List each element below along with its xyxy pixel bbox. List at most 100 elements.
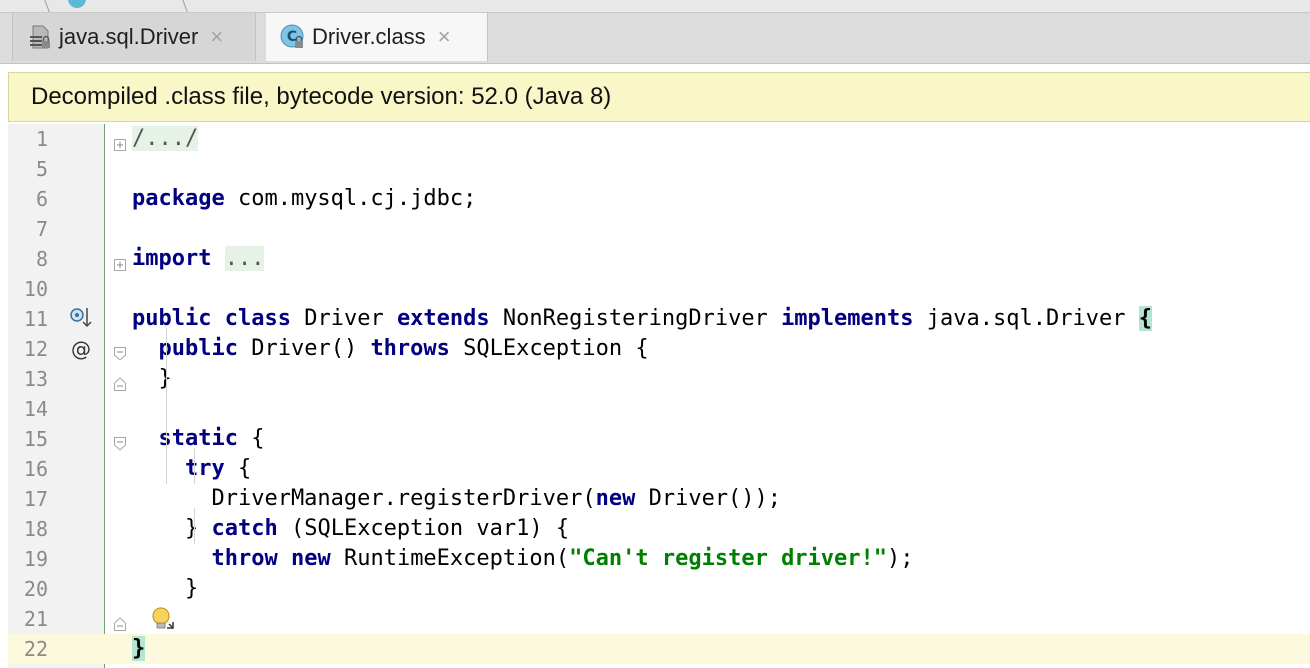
code-token: { bbox=[224, 456, 252, 481]
code-token: Driver()); bbox=[635, 486, 782, 511]
breadcrumb-separator bbox=[39, 0, 50, 12]
code-token: RuntimeException( bbox=[330, 546, 570, 571]
intention-bulb-icon[interactable] bbox=[150, 606, 176, 634]
keyword-token: throws bbox=[370, 336, 450, 361]
code-line[interactable]: 17 DriverManager.registerDriver(new Driv… bbox=[8, 484, 1310, 514]
collapse-fold-icon[interactable] bbox=[114, 432, 126, 451]
code-editor[interactable]: 1 /.../ 5 6 package com.mysql.cj.jdbc; 7 8 impo… bbox=[8, 124, 1310, 668]
code-line[interactable]: 6 package com.mysql.cj.jdbc; bbox=[8, 184, 1310, 214]
code-text[interactable]: throw new RuntimeException("Can't regist… bbox=[132, 544, 913, 574]
override-annotation-icon[interactable]: @ bbox=[68, 334, 94, 364]
keyword-token: import bbox=[132, 246, 212, 271]
close-icon[interactable]: × bbox=[438, 24, 451, 50]
fold-end-icon[interactable] bbox=[114, 372, 126, 391]
code-text[interactable]: public Driver() throws SQLException { bbox=[132, 334, 649, 364]
decompiled-notice-banner: Decompiled .class file, bytecode version… bbox=[8, 72, 1310, 122]
line-number[interactable]: 1 bbox=[8, 124, 48, 154]
implemented-by-icon[interactable] bbox=[68, 304, 94, 334]
window-top-strip bbox=[0, 0, 1310, 13]
keyword-token: new bbox=[595, 486, 636, 511]
code-line[interactable]: 8 import ... bbox=[8, 244, 1310, 274]
indent-guide bbox=[166, 328, 167, 484]
keyword-token: public bbox=[132, 306, 212, 331]
module-icon bbox=[68, 0, 86, 8]
code-line[interactable]: 15 static { bbox=[8, 424, 1310, 454]
line-number[interactable]: 7 bbox=[8, 214, 48, 244]
line-number[interactable]: 15 bbox=[8, 424, 48, 454]
keyword-token: new bbox=[290, 546, 331, 571]
tab-driver-class[interactable]: C Driver.class × bbox=[266, 13, 488, 61]
keyword-token: throw bbox=[211, 546, 278, 571]
code-token: ... bbox=[224, 246, 265, 271]
code-token: java.sql.Driver bbox=[913, 306, 1139, 331]
code-token: { bbox=[1138, 306, 1152, 331]
expand-fold-icon[interactable] bbox=[114, 132, 126, 151]
code-token: Driver bbox=[290, 306, 397, 331]
code-token: (SQLException var1) { bbox=[277, 516, 570, 541]
code-token: Driver() bbox=[237, 336, 371, 361]
code-token: DriverManager.registerDriver( bbox=[132, 486, 596, 511]
keyword-token: catch bbox=[211, 516, 278, 541]
keyword-token: static bbox=[158, 426, 238, 451]
line-number[interactable]: 6 bbox=[8, 184, 48, 214]
code-text[interactable]: DriverManager.registerDriver(new Driver(… bbox=[132, 484, 781, 514]
code-line[interactable]: 10 bbox=[8, 274, 1310, 304]
code-line[interactable]: 21 bbox=[8, 604, 1310, 634]
keyword-token: public bbox=[158, 336, 238, 361]
code-text[interactable]: } bbox=[132, 574, 198, 604]
code-text[interactable]: try { bbox=[132, 454, 251, 484]
line-number[interactable]: 8 bbox=[8, 244, 48, 274]
line-number[interactable]: 5 bbox=[8, 154, 48, 184]
line-number[interactable]: 20 bbox=[8, 574, 48, 604]
code-line[interactable]: 7 bbox=[8, 214, 1310, 244]
string-token: "Can't register driver!" bbox=[569, 546, 888, 571]
close-icon[interactable]: × bbox=[210, 24, 223, 50]
code-text[interactable]: } catch (SQLException var1) { bbox=[132, 514, 569, 544]
code-text[interactable]: public class Driver extends NonRegisteri… bbox=[132, 304, 1152, 334]
line-number[interactable]: 12 bbox=[8, 334, 48, 364]
code-line[interactable]: 12 @ public Driver() throws SQLException … bbox=[8, 334, 1310, 364]
code-line[interactable]: 16 try { bbox=[8, 454, 1310, 484]
collapse-fold-icon[interactable] bbox=[114, 342, 126, 361]
indent-guide bbox=[194, 508, 195, 544]
tab-java-sql-driver[interactable]: java.sql.Driver × bbox=[12, 13, 256, 61]
code-line[interactable]: 14 bbox=[8, 394, 1310, 424]
code-token: /.../ bbox=[132, 126, 199, 151]
line-number[interactable]: 14 bbox=[8, 394, 48, 424]
code-text[interactable]: import ... bbox=[132, 244, 265, 274]
code-line[interactable]: 20 } bbox=[8, 574, 1310, 604]
keyword-token: implements bbox=[781, 306, 914, 331]
code-token: { bbox=[237, 426, 265, 451]
code-text[interactable]: static { bbox=[132, 424, 265, 454]
fold-end-icon[interactable] bbox=[114, 612, 126, 631]
code-line[interactable]: 13 } bbox=[8, 364, 1310, 394]
code-line[interactable]: 22} bbox=[8, 634, 1310, 664]
line-number[interactable]: 16 bbox=[8, 454, 48, 484]
tab-label: Driver.class bbox=[312, 24, 426, 49]
line-number[interactable]: 17 bbox=[8, 484, 48, 514]
code-line[interactable]: 19 throw new RuntimeException("Can't reg… bbox=[8, 544, 1310, 574]
code-line[interactable]: 11 public class Driver extends NonRegiste… bbox=[8, 304, 1310, 334]
line-number[interactable]: 11 bbox=[8, 304, 48, 334]
expand-fold-icon[interactable] bbox=[114, 252, 126, 271]
line-number[interactable]: 19 bbox=[8, 544, 48, 574]
line-number[interactable]: 13 bbox=[8, 364, 48, 394]
line-number[interactable]: 10 bbox=[8, 274, 48, 304]
breadcrumb-separator bbox=[177, 0, 188, 12]
code-text[interactable]: } bbox=[132, 634, 146, 664]
code-line[interactable]: 1 /.../ bbox=[8, 124, 1310, 154]
code-text[interactable]: /.../ bbox=[132, 124, 199, 154]
code-line[interactable]: 5 bbox=[8, 154, 1310, 184]
line-number[interactable]: 21 bbox=[8, 604, 48, 634]
code-text[interactable]: package com.mysql.cj.jdbc; bbox=[132, 184, 476, 214]
tab-label: java.sql.Driver bbox=[59, 24, 199, 49]
line-number[interactable]: 22 bbox=[8, 634, 48, 664]
line-number[interactable]: 18 bbox=[8, 514, 48, 544]
code-line[interactable]: 18 } catch (SQLException var1) { bbox=[8, 514, 1310, 544]
